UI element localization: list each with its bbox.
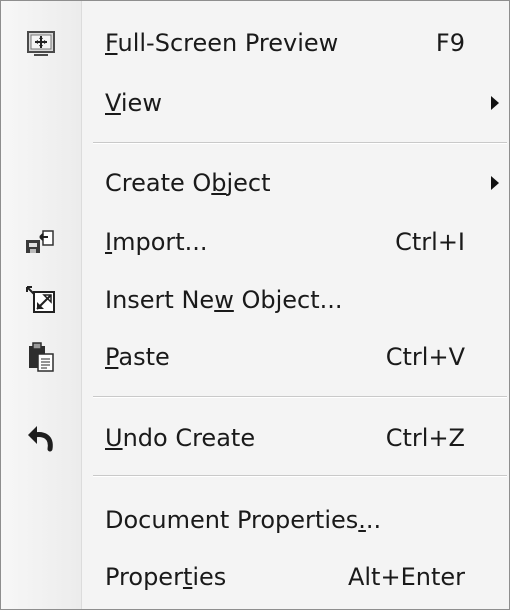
menu-item-create-object[interactable]: Create Object: [1, 155, 509, 211]
menu-item-label: Undo Create: [105, 424, 256, 452]
context-menu: Full-Screen Preview F9 View Create Objec…: [0, 0, 510, 610]
menu-item-label: Properties: [105, 563, 227, 591]
paste-icon: [19, 335, 63, 379]
menu-separator: [93, 142, 507, 144]
menu-item-shortcut: Ctrl+I: [395, 228, 465, 256]
menu-item-insert-new-object[interactable]: Insert New Object...: [1, 272, 509, 328]
menu-item-undo-create[interactable]: Undo Create Ctrl+Z: [1, 410, 509, 466]
menu-item-shortcut: Ctrl+Z: [385, 424, 465, 452]
menu-separator: [93, 396, 507, 398]
menu-item-label: Paste: [105, 343, 170, 371]
submenu-arrow-icon: [491, 176, 499, 190]
menu-item-document-properties[interactable]: Document Properties...: [1, 492, 509, 548]
submenu-arrow-icon: [491, 96, 499, 110]
insert-object-icon: [19, 278, 63, 322]
menu-item-shortcut: F9: [435, 29, 465, 57]
fullscreen-preview-icon: [19, 21, 63, 65]
menu-separator: [93, 475, 507, 477]
menu-item-import[interactable]: Import... Ctrl+I: [1, 214, 509, 270]
menu-item-label: Create Object: [105, 169, 271, 197]
menu-item-full-screen-preview[interactable]: Full-Screen Preview F9: [1, 15, 509, 71]
menu-item-view[interactable]: View: [1, 75, 509, 131]
menu-item-label: Full-Screen Preview: [105, 29, 339, 57]
menu-item-label: Insert New Object...: [105, 286, 343, 314]
menu-item-properties[interactable]: Properties Alt+Enter: [1, 549, 509, 605]
menu-item-label: Document Properties...: [105, 506, 382, 534]
menu-item-paste[interactable]: Paste Ctrl+V: [1, 329, 509, 385]
menu-item-label: View: [105, 89, 162, 117]
menu-item-label: Import...: [105, 228, 208, 256]
import-icon: [19, 220, 63, 264]
menu-item-shortcut: Alt+Enter: [347, 563, 465, 591]
undo-icon: [19, 416, 63, 460]
menu-item-shortcut: Ctrl+V: [385, 343, 465, 371]
